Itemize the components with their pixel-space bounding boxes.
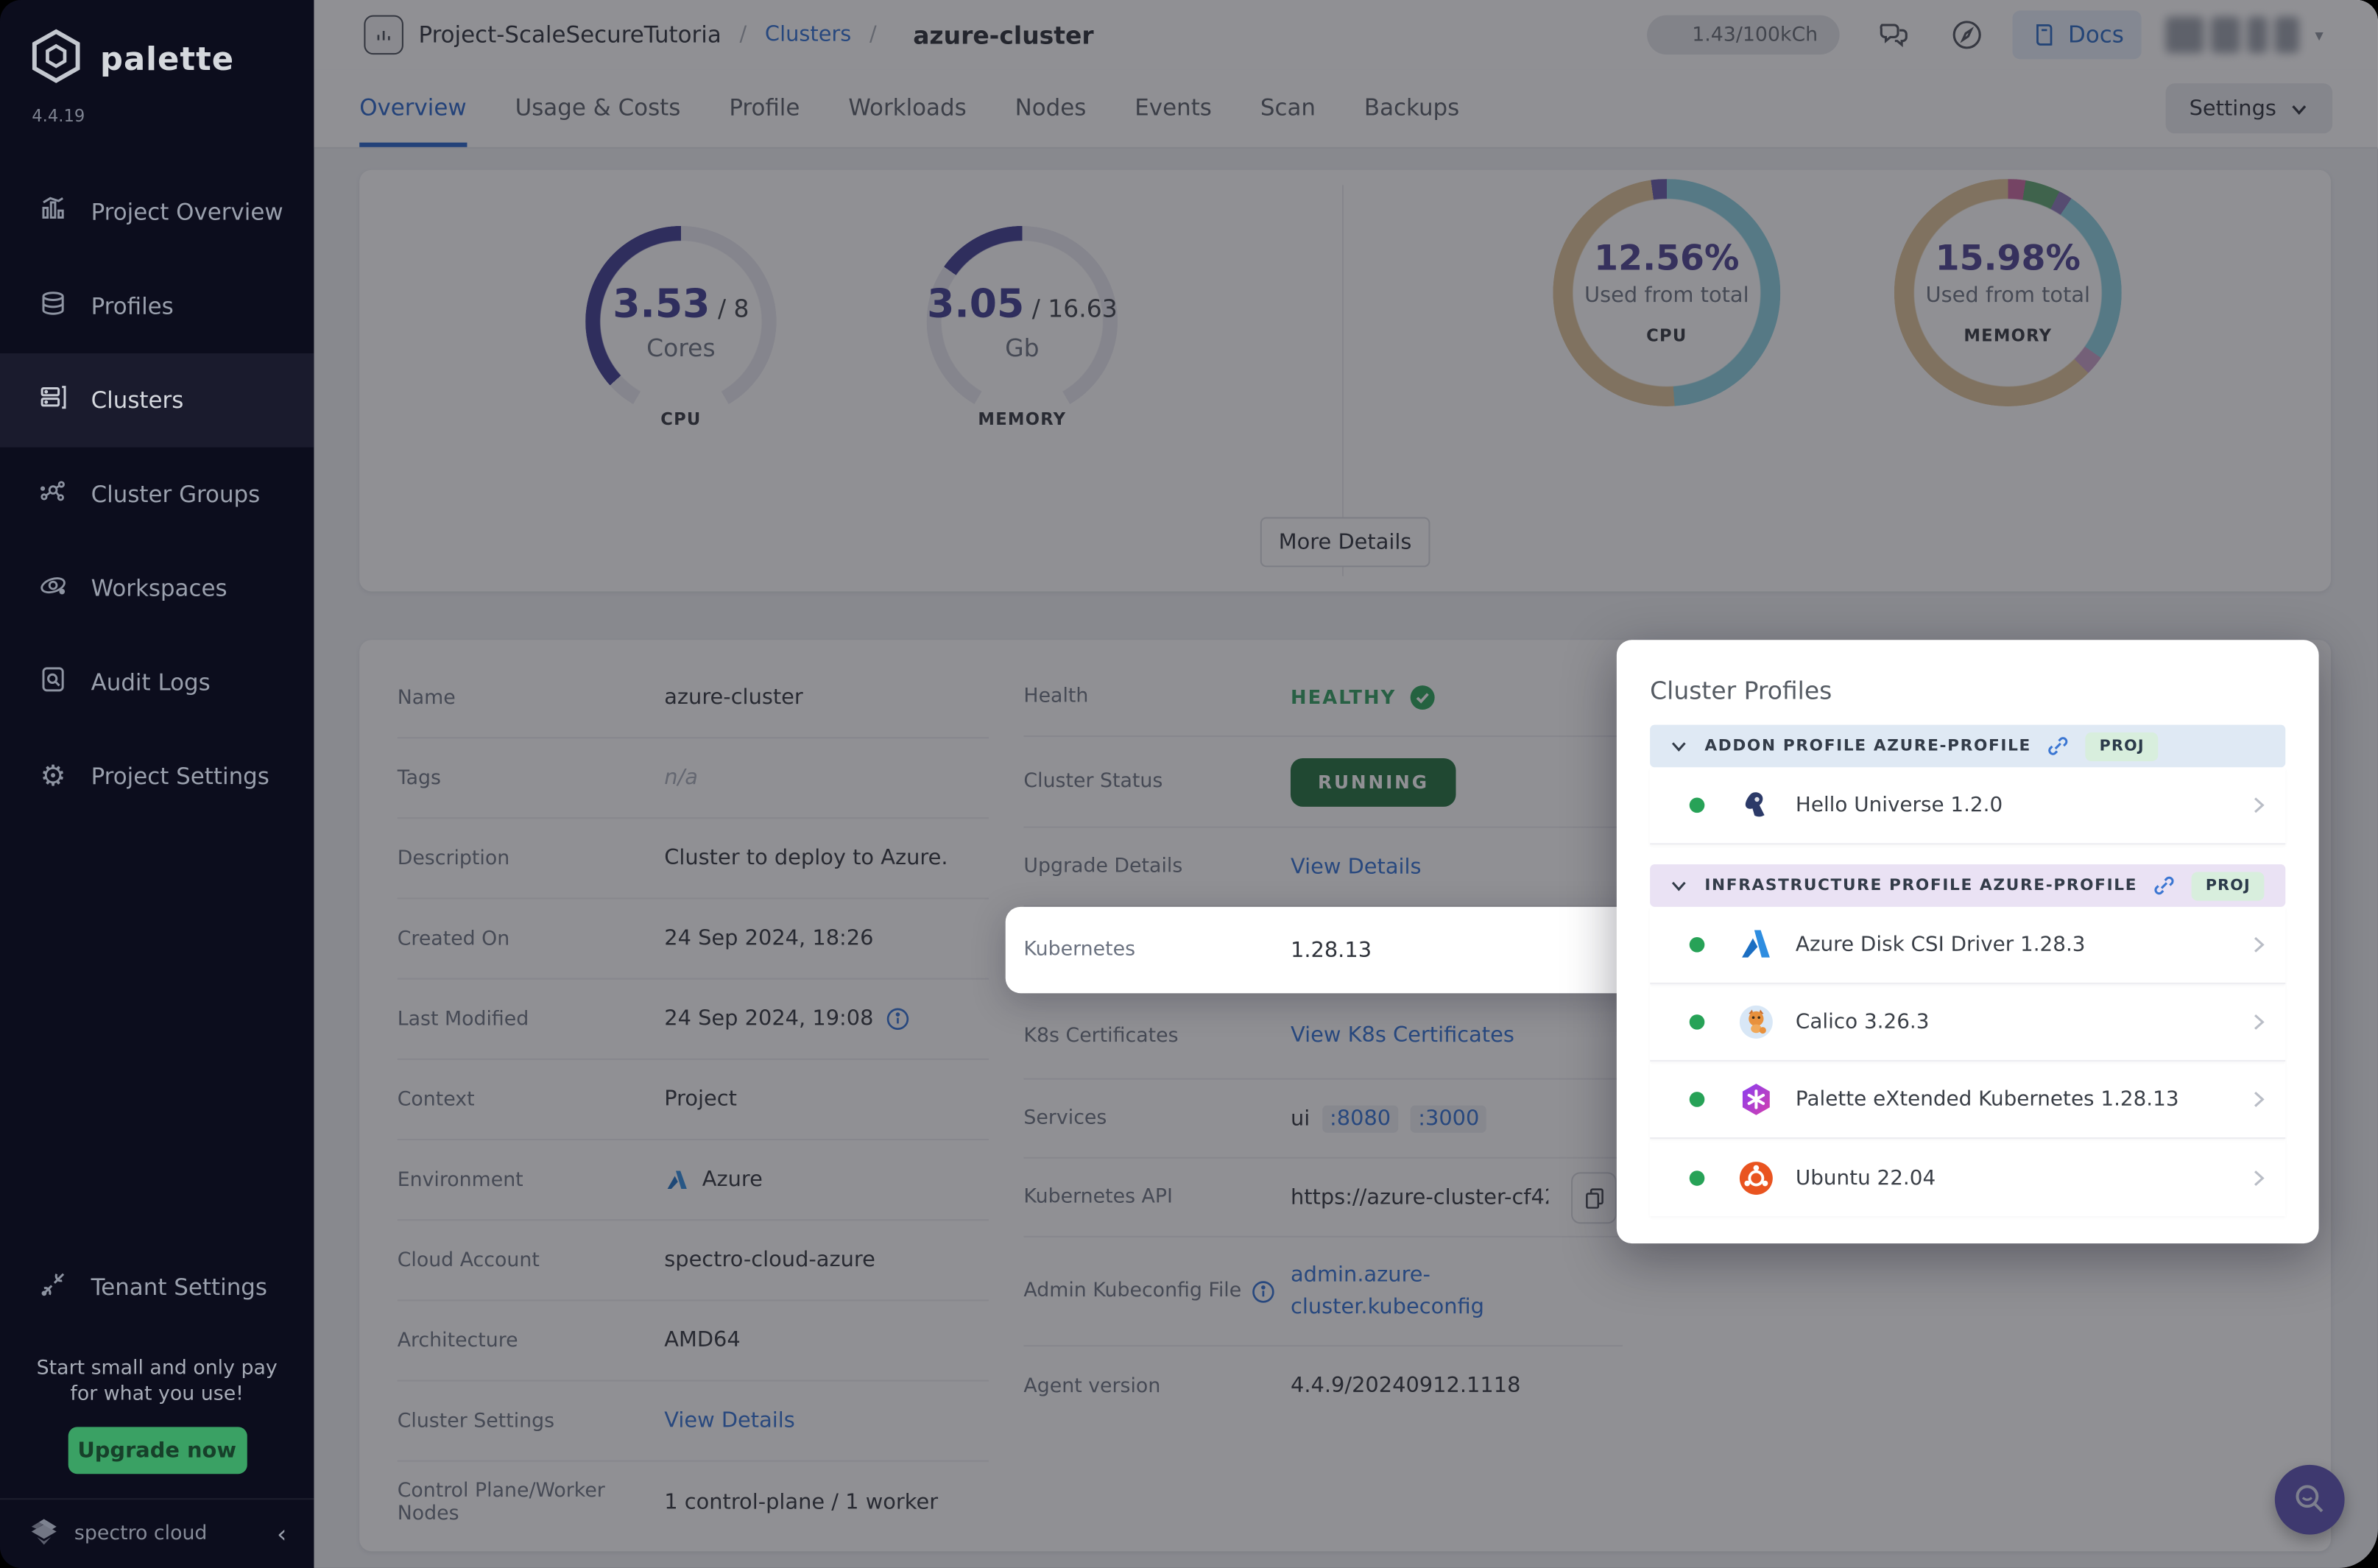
sidebar-menu: Project Overview Profiles Clusters Clust…	[0, 166, 314, 824]
spectro-cloud-logo	[27, 1514, 60, 1554]
sidebar-item-profiles[interactable]: Profiles	[0, 259, 314, 353]
footer-brand: spectro cloud	[74, 1522, 208, 1546]
chevron-right-icon	[2246, 1087, 2271, 1112]
chevron-down-icon	[1671, 881, 1686, 891]
sidebar-item-clusters[interactable]: Clusters	[0, 353, 314, 448]
pack-name: Ubuntu 22.04	[1795, 1165, 1936, 1190]
profile-pack-row-azure-disk[interactable]: Azure Disk CSI Driver 1.28.3	[1650, 907, 2286, 984]
palette-logo-icon	[27, 27, 85, 91]
gear-icon: ⚙	[40, 760, 66, 794]
app-version: 4.4.19	[32, 106, 85, 126]
status-dot-green	[1689, 1014, 1705, 1030]
sidebar-footer: spectro cloud ‹	[0, 1498, 314, 1568]
chevron-right-icon	[2246, 1010, 2271, 1034]
status-dot-green	[1689, 1170, 1705, 1185]
pack-name: Calico 3.26.3	[1795, 1009, 1930, 1034]
sidebar-item-label: Project Settings	[91, 763, 269, 791]
app-window: palette 4.4.19 Project Overview Profiles…	[0, 0, 2378, 1568]
calico-icon	[1738, 1004, 1774, 1040]
profile-pack-row-calico[interactable]: Calico 3.26.3	[1650, 984, 2286, 1062]
ubuntu-icon	[1738, 1159, 1774, 1196]
sidebar-item-label: Project Overview	[91, 198, 283, 226]
network-icon	[38, 476, 68, 512]
link-icon	[2048, 737, 2069, 755]
server-icon	[38, 382, 68, 418]
sidebar-item-project-settings[interactable]: ⚙ Project Settings	[0, 730, 314, 824]
sidebar: palette 4.4.19 Project Overview Profiles…	[0, 0, 314, 1568]
chevron-right-icon	[2246, 1165, 2271, 1190]
upgrade-now-button[interactable]: Upgrade now	[67, 1427, 247, 1475]
orbit-icon	[38, 571, 68, 607]
brand-header: palette	[0, 0, 314, 91]
kubernetes-version: 1.28.13	[1290, 938, 1372, 963]
upgrade-promo-text: Start small and only pay for what you us…	[36, 1357, 278, 1407]
proj-badge: PROJ	[2086, 731, 2159, 761]
sidebar-item-workspaces[interactable]: Workspaces	[0, 541, 314, 635]
palette-extended-kubernetes-icon	[1738, 1081, 1774, 1117]
infrastructure-profile-header[interactable]: INFRASTRUCTURE PROFILE AZURE-PROFILE PRO…	[1650, 864, 2286, 907]
detail-label: Kubernetes	[1023, 939, 1136, 961]
chevron-down-icon	[1671, 742, 1686, 752]
detail-row-kubernetes-spotlight: Kubernetes 1.28.13	[1005, 906, 1644, 994]
azure-disk-icon	[1738, 927, 1774, 963]
sidebar-item-label: Audit Logs	[91, 668, 211, 696]
collapse-sidebar-icon[interactable]: ‹	[277, 1519, 286, 1548]
layers-icon	[38, 288, 68, 324]
sidebar-item-project-overview[interactable]: Project Overview	[0, 166, 314, 260]
pack-name: Palette eXtended Kubernetes 1.28.13	[1795, 1087, 2179, 1112]
profile-header-label: INFRASTRUCTURE PROFILE AZURE-PROFILE	[1704, 876, 2138, 895]
chevron-right-icon	[2246, 933, 2271, 957]
profile-header-label: ADDON PROFILE AZURE-PROFILE	[1704, 737, 2031, 755]
brand-name: palette	[99, 40, 235, 78]
addon-profile-header[interactable]: ADDON PROFILE AZURE-PROFILE PROJ	[1650, 724, 2286, 768]
hello-universe-icon	[1738, 787, 1774, 823]
status-dot-green	[1689, 797, 1705, 813]
profile-pack-row-pxk[interactable]: Palette eXtended Kubernetes 1.28.13	[1650, 1062, 2286, 1139]
sidebar-item-label: Profiles	[91, 292, 174, 320]
sidebar-item-audit-logs[interactable]: Audit Logs	[0, 635, 314, 730]
audit-log-icon	[38, 664, 68, 700]
sidebar-item-cluster-groups[interactable]: Cluster Groups	[0, 448, 314, 542]
tools-icon	[38, 1269, 68, 1305]
profile-pack-row-ubuntu[interactable]: Ubuntu 22.04	[1650, 1139, 2285, 1216]
profile-pack-row-hello-universe[interactable]: Hello Universe 1.2.0	[1650, 767, 2286, 845]
sidebar-item-label: Clusters	[91, 386, 184, 414]
proj-badge: PROJ	[2192, 871, 2265, 900]
link-icon	[2155, 876, 2175, 895]
bar-chart-icon	[38, 194, 68, 230]
chevron-right-icon	[2246, 793, 2271, 817]
pack-name: Azure Disk CSI Driver 1.28.3	[1795, 932, 2086, 957]
status-dot-green	[1689, 1092, 1705, 1107]
panel-title: Cluster Profiles	[1650, 676, 1832, 705]
sidebar-item-label: Tenant Settings	[91, 1274, 268, 1302]
sidebar-item-label: Cluster Groups	[91, 480, 261, 509]
cluster-profiles-panel: Cluster Profiles ADDON PROFILE AZURE-PRO…	[1616, 640, 2319, 1244]
sidebar-item-label: Workspaces	[91, 574, 227, 602]
status-dot-green	[1689, 937, 1705, 953]
sidebar-item-tenant-settings[interactable]: Tenant Settings	[0, 1240, 314, 1335]
pack-name: Hello Universe 1.2.0	[1795, 793, 2003, 818]
